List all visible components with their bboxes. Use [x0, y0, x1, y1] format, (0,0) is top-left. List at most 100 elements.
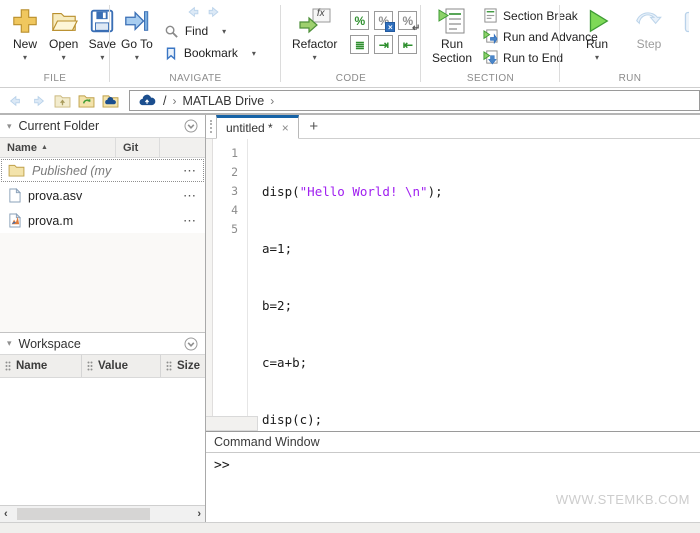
code-line-1: disp("Hello World! \n");	[262, 182, 700, 201]
code-line-4: c=a+b;	[262, 353, 700, 372]
search-icon	[164, 24, 179, 39]
new-plus-icon	[11, 5, 39, 37]
collapse-triangle-icon[interactable]: ▾	[7, 338, 12, 349]
refactor-fx-icon: fx	[297, 5, 333, 37]
file-name: Published (my	[32, 164, 176, 178]
folder-cloud-upload-icon[interactable]	[101, 91, 120, 110]
forward-arrow-icon[interactable]	[206, 5, 221, 19]
editor-scrollbar-stub[interactable]	[206, 416, 258, 431]
column-header-git[interactable]: Git	[116, 138, 160, 157]
smart-indent-icon[interactable]: ≣	[350, 35, 369, 54]
ribbon-group-code: fx Refactor ▾ % %× %↵ ≣ ⇥ ⇤ CODE	[281, 0, 421, 87]
goto-button[interactable]: Go To ▾	[116, 3, 158, 64]
code-editor[interactable]: 1 2 3 4 5 disp("Hello World! \n"); a=1; …	[206, 139, 700, 431]
wrap-comments-icon[interactable]: %↵	[398, 11, 417, 30]
workspace-column-headers: Name Value Size	[0, 355, 205, 378]
ribbon-group-run: Run ▾ Step RUN	[560, 0, 700, 87]
chevron-down-icon: ▾	[595, 53, 599, 62]
goto-arrow-icon	[123, 5, 151, 37]
uncomment-icon[interactable]: %×	[374, 11, 393, 30]
scroll-right-icon[interactable]: ›	[197, 507, 201, 522]
navigate-group-label: NAVIGATE	[110, 73, 281, 84]
ribbon-group-file: New ▾ Open ▾ Save ▾ FI	[0, 0, 110, 87]
bookmark-button[interactable]: Bookmark ▾	[164, 42, 256, 64]
breadcrumb-path[interactable]: MATLAB Drive	[182, 94, 264, 108]
new-tab-button[interactable]: +	[299, 115, 329, 138]
run-section-button[interactable]: Run Section	[427, 3, 477, 68]
window-bottom-edge	[0, 522, 700, 533]
line-number: 1	[213, 144, 238, 163]
file-row-prova-m[interactable]: prova.m ⋯	[0, 208, 205, 233]
ribbon-group-navigate: Go To ▾	[110, 0, 281, 87]
panel-drag-handle[interactable]	[206, 115, 216, 138]
open-button[interactable]: Open ▾	[44, 3, 83, 62]
find-button[interactable]: Find ▾	[164, 20, 256, 42]
panel-menu-icon[interactable]	[184, 119, 198, 133]
column-header-blank[interactable]	[160, 138, 205, 157]
file-name: prova.asv	[28, 189, 176, 203]
chevron-down-icon: ▾	[222, 27, 226, 36]
chevron-down-icon: ▾	[62, 53, 66, 62]
new-button[interactable]: New ▾	[6, 3, 44, 62]
indent-left-icon[interactable]: ⇤	[398, 35, 417, 54]
current-folder-header[interactable]: ▾ Current Folder	[0, 115, 205, 138]
scrollbar-thumb[interactable]	[17, 508, 150, 520]
run-play-icon	[583, 5, 611, 37]
workspace-title: Workspace	[19, 337, 177, 351]
address-root[interactable]: /	[163, 94, 166, 108]
run-button[interactable]: Run ▾	[578, 3, 616, 62]
matlab-online-app: New ▾ Open ▾ Save ▾ FI	[0, 0, 700, 533]
collapse-triangle-icon[interactable]: ▾	[7, 121, 12, 132]
refactor-button[interactable]: fx Refactor ▾	[287, 3, 342, 62]
watermark-text: WWW.STEMKB.COM	[556, 492, 690, 507]
run-and-advance-icon	[483, 29, 498, 44]
sidebar-horizontal-scrollbar[interactable]: ‹ ›	[0, 505, 205, 522]
history-back-icon[interactable]	[5, 91, 24, 110]
fx-glyph: fx	[317, 8, 325, 19]
step-button[interactable]: Step	[630, 3, 668, 62]
line-number: 2	[213, 163, 238, 182]
chevron-right-icon: ›	[172, 94, 176, 108]
indent-right-icon[interactable]: ⇥	[374, 35, 393, 54]
editor-tab-bar: untitled * × +	[206, 115, 700, 139]
section-group-label: SECTION	[421, 73, 560, 84]
chevron-down-icon: ▾	[100, 53, 104, 62]
workspace-column-value[interactable]: Value	[82, 355, 161, 377]
string-literal: "Hello World! \n"	[300, 184, 428, 199]
stop-button-partial[interactable]	[682, 9, 689, 62]
folder-refresh-icon[interactable]	[77, 91, 96, 110]
column-header-name[interactable]: Name ▲	[0, 138, 116, 157]
chevron-down-icon: ▾	[23, 53, 27, 62]
command-window[interactable]: >> WWW.STEMKB.COM	[206, 453, 700, 522]
file-row-prova-asv[interactable]: prova.asv ⋯	[0, 183, 205, 208]
file-group-label: FILE	[0, 73, 110, 84]
run-section-label-line2: Section	[432, 51, 472, 65]
scroll-left-icon[interactable]: ‹	[4, 507, 8, 522]
current-folder-column-headers: Name ▲ Git	[0, 138, 205, 158]
comment-icon[interactable]: %	[350, 11, 369, 30]
address-bar[interactable]: / › MATLAB Drive ›	[129, 90, 700, 111]
refactor-button-label: Refactor	[292, 37, 337, 51]
row-menu-icon[interactable]: ⋯	[183, 163, 197, 179]
tab-untitled[interactable]: untitled * ×	[216, 115, 299, 139]
panel-menu-icon[interactable]	[184, 337, 198, 351]
chevron-down-icon: ▾	[313, 53, 317, 62]
workspace-column-name[interactable]: Name	[0, 355, 82, 377]
folder-up-icon[interactable]	[53, 91, 72, 110]
row-menu-icon[interactable]: ⋯	[183, 213, 197, 229]
workspace-empty-body	[0, 378, 205, 505]
file-row-published[interactable]: Published (my ⋯	[0, 158, 205, 183]
close-icon[interactable]: ×	[282, 121, 289, 135]
workspace-header[interactable]: ▾ Workspace	[0, 332, 205, 355]
ribbon-group-section: Run Section Section Break Run and	[421, 0, 560, 87]
row-menu-icon[interactable]: ⋯	[183, 188, 197, 204]
back-arrow-icon[interactable]	[186, 5, 201, 19]
workspace-column-size[interactable]: Size	[161, 355, 205, 377]
wrap-arrow-icon: ↵	[412, 23, 420, 34]
code-pane[interactable]: disp("Hello World! \n"); a=1; b=2; c=a+b…	[247, 139, 700, 431]
history-forward-icon[interactable]	[29, 91, 48, 110]
bookmark-icon	[164, 46, 178, 61]
code-line-2: a=1;	[262, 239, 700, 258]
matlab-drive-cloud-icon	[138, 94, 157, 107]
current-folder-empty-area	[0, 233, 205, 332]
